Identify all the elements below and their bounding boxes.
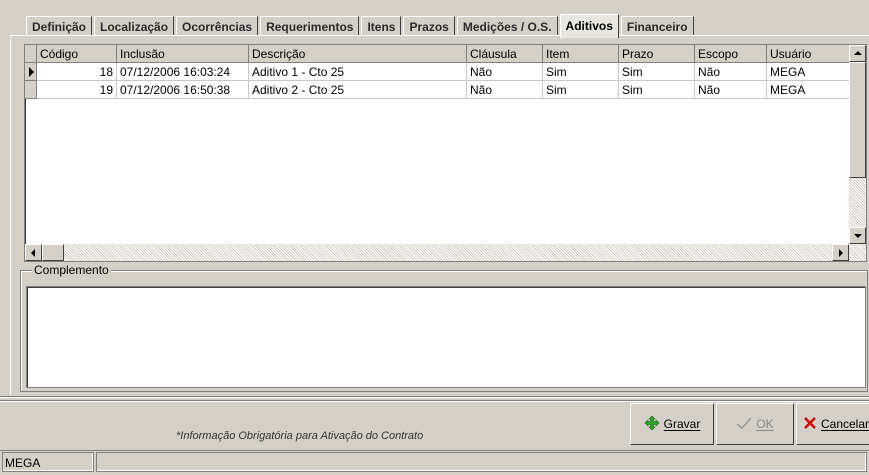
complemento-label: Complemento: [32, 263, 111, 277]
scroll-up-button[interactable]: [849, 45, 866, 62]
column-header-escopo[interactable]: Escopo: [695, 45, 767, 63]
status-user: MEGA: [2, 452, 94, 472]
scroll-right-button[interactable]: [832, 244, 849, 261]
tab-strip: Definição Localização Ocorrências Requer…: [26, 14, 696, 38]
row-indicator: [25, 81, 37, 99]
table-row[interactable]: 18 07/12/2006 16:03:24 Aditivo 1 - Cto 2…: [25, 63, 857, 81]
tab-itens[interactable]: Itens: [361, 16, 402, 36]
red-x-icon: [803, 416, 817, 433]
tab-medicoes[interactable]: Medições / O.S.: [456, 16, 558, 36]
ok-label: OK: [756, 417, 774, 431]
cell-item[interactable]: Sim: [543, 81, 619, 99]
cell-clausula[interactable]: Não: [467, 63, 543, 81]
table-row[interactable]: 19 07/12/2006 16:50:38 Aditivo 2 - Cto 2…: [25, 81, 857, 99]
row-indicator: [25, 63, 37, 81]
column-header-item[interactable]: Item: [543, 45, 619, 63]
column-header-clausula[interactable]: Cláusula: [467, 45, 543, 63]
vertical-scroll-thumb[interactable]: [849, 62, 866, 178]
cell-descricao[interactable]: Aditivo 2 - Cto 25: [249, 81, 467, 99]
tab-aditivos[interactable]: Aditivos: [559, 14, 619, 38]
required-info-note: *Informação Obrigatória para Ativação do…: [176, 430, 424, 442]
cell-codigo[interactable]: 19: [37, 81, 117, 99]
scroll-left-button[interactable]: [25, 244, 42, 261]
gravar-button[interactable]: Gravar: [630, 403, 714, 445]
current-row-arrow-icon: [29, 67, 34, 77]
cell-inclusao[interactable]: 07/12/2006 16:50:38: [117, 81, 249, 99]
divider: [0, 400, 869, 402]
horizontal-scroll-thumb[interactable]: [42, 244, 64, 261]
horizontal-scrollbar[interactable]: [25, 244, 849, 261]
scroll-down-button[interactable]: [849, 227, 866, 244]
cancelar-label: Cancelar: [820, 417, 869, 431]
column-header-usuario[interactable]: Usuário: [767, 45, 857, 63]
vertical-scrollbar[interactable]: [849, 45, 866, 261]
column-header-inclusao[interactable]: Inclusão: [117, 45, 249, 63]
cell-inclusao[interactable]: 07/12/2006 16:03:24: [117, 63, 249, 81]
ok-button[interactable]: OK: [716, 403, 794, 445]
tab-financeiro[interactable]: Financeiro: [620, 16, 694, 36]
indicator-header: [25, 45, 37, 63]
cell-escopo[interactable]: Não: [695, 81, 767, 99]
cell-codigo[interactable]: 18: [37, 63, 117, 81]
cell-prazo[interactable]: Sim: [619, 63, 695, 81]
arrow-down-icon: [854, 234, 862, 238]
gravar-label: Gravar: [663, 417, 701, 431]
cell-prazo[interactable]: Sim: [619, 81, 695, 99]
aditivos-grid[interactable]: Código Inclusão Descrição Cláusula Item …: [24, 44, 867, 262]
grid-header: Código Inclusão Descrição Cláusula Item …: [25, 45, 857, 63]
tab-ocorrencias[interactable]: Ocorrências: [176, 16, 259, 36]
check-icon: [736, 416, 752, 433]
cell-clausula[interactable]: Não: [467, 81, 543, 99]
arrow-right-icon: [839, 249, 843, 257]
divider: [0, 396, 869, 398]
green-diamond-arrows-icon: [644, 415, 660, 434]
cell-usuario[interactable]: MEGA: [767, 63, 857, 81]
tab-requerimentos[interactable]: Requerimentos: [260, 16, 360, 36]
column-header-descricao[interactable]: Descrição: [249, 45, 467, 63]
arrow-left-icon: [31, 249, 35, 257]
arrow-up-icon: [854, 51, 862, 55]
cell-escopo[interactable]: Não: [695, 63, 767, 81]
tab-prazos[interactable]: Prazos: [403, 16, 455, 36]
tab-localizacao[interactable]: Localização: [94, 16, 175, 36]
column-header-prazo[interactable]: Prazo: [619, 45, 695, 63]
cell-item[interactable]: Sim: [543, 63, 619, 81]
cell-usuario[interactable]: MEGA: [767, 81, 857, 99]
cancelar-button[interactable]: Cancelar: [796, 403, 869, 445]
cell-descricao[interactable]: Aditivo 1 - Cto 25: [249, 63, 467, 81]
complemento-memo[interactable]: [26, 286, 866, 388]
column-header-codigo[interactable]: Código: [37, 45, 117, 63]
tab-definicao[interactable]: Definição: [26, 16, 93, 36]
status-message: [96, 452, 867, 472]
